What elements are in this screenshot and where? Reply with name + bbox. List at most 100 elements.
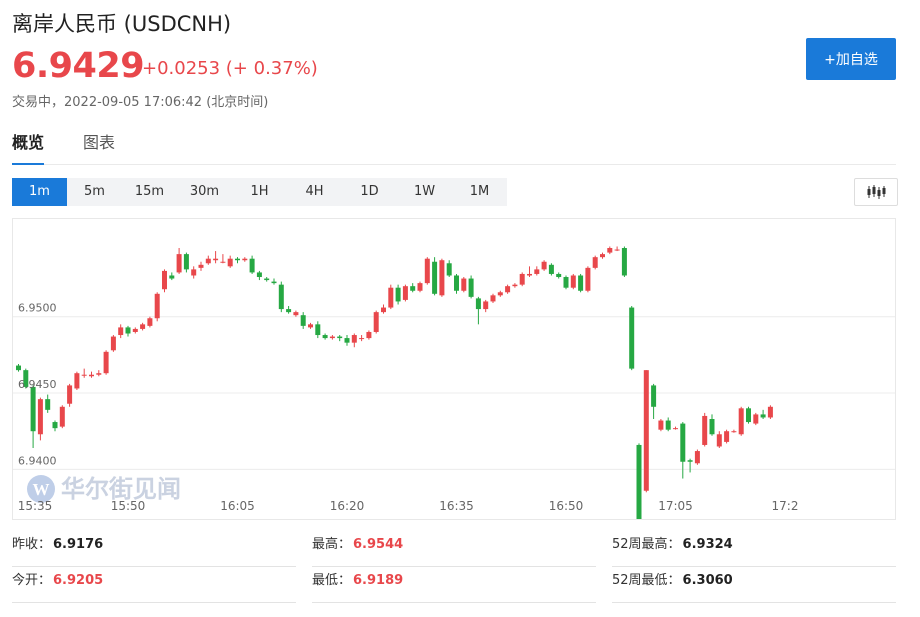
candle <box>475 298 481 310</box>
period-30m-button[interactable]: 30m <box>177 178 232 206</box>
period-1w-button[interactable]: 1W <box>397 178 452 206</box>
candle <box>103 351 109 374</box>
candle <box>329 336 335 339</box>
period-1h-button[interactable]: 1H <box>232 178 287 206</box>
candle <box>724 431 730 442</box>
chart-grid <box>13 316 895 470</box>
candle <box>256 272 262 278</box>
x-tick-label: 17:2 <box>772 499 799 513</box>
candle <box>687 460 693 462</box>
period-1mo-button[interactable]: 1M <box>452 178 507 206</box>
period-4h-button[interactable]: 4H <box>287 178 342 206</box>
candle <box>37 399 43 435</box>
stat-high: 最高： 6.9544 <box>312 532 596 567</box>
security-title: 离岸人民币 (USDCNH) <box>12 12 232 36</box>
x-tick-label: 15:50 <box>111 499 146 513</box>
price-change: +0.0253 (+ 0.37%) <box>142 58 318 79</box>
candle <box>118 327 124 336</box>
candle <box>162 270 167 290</box>
y-tick-label: 6.9400 <box>18 454 57 467</box>
period-1m-button[interactable]: 1m <box>12 178 67 206</box>
candle <box>249 258 255 273</box>
candle <box>461 278 467 291</box>
candle <box>454 275 459 291</box>
candle <box>753 414 759 424</box>
candle <box>716 434 722 447</box>
candle <box>541 261 547 270</box>
chart-type-button[interactable] <box>854 178 898 206</box>
stat-value: 6.3060 <box>682 573 733 588</box>
candle <box>278 284 284 310</box>
candle <box>52 422 58 429</box>
candle <box>271 281 277 284</box>
add-to-watchlist-button[interactable]: +加自选 <box>806 38 896 80</box>
candle <box>322 335 328 339</box>
candle <box>183 254 189 270</box>
candle <box>388 287 394 308</box>
candle <box>585 267 591 291</box>
candle <box>570 275 576 288</box>
candlestick-chart[interactable]: W 华尔街见闻 6.95006.94506.9400 15:35 15:50 16:… <box>13 219 895 519</box>
candle <box>227 258 233 267</box>
candle <box>738 408 744 435</box>
candle <box>556 273 562 278</box>
x-tick-label: 17:05 <box>658 499 693 513</box>
candle <box>424 258 430 284</box>
candle <box>702 415 708 445</box>
stat-value: 6.9189 <box>353 573 404 588</box>
tab-overview[interactable]: 概览 <box>12 132 45 165</box>
candle <box>497 292 503 296</box>
candle <box>680 423 686 462</box>
candle <box>110 336 116 351</box>
candle <box>402 286 408 300</box>
candle <box>300 315 306 326</box>
candle <box>505 286 511 293</box>
period-1d-button[interactable]: 1D <box>342 178 397 206</box>
candle <box>89 374 94 377</box>
stat-value: 6.9205 <box>53 573 104 588</box>
stat-label: 昨收： <box>12 537 52 552</box>
candle <box>417 283 423 291</box>
stat-label: 52周最高： <box>612 537 681 552</box>
candle <box>600 254 605 258</box>
candle <box>563 277 569 288</box>
candle <box>359 338 365 340</box>
candle <box>154 293 160 319</box>
candle <box>432 261 438 294</box>
candle <box>643 370 649 491</box>
candle <box>512 284 518 287</box>
x-tick-label: 15:35 <box>18 499 53 513</box>
y-tick-label: 6.9500 <box>18 302 57 315</box>
candle <box>45 399 51 410</box>
period-15m-button[interactable]: 15m <box>122 178 177 206</box>
stat-52w-low: 52周最低： 6.3060 <box>612 568 896 603</box>
candle <box>176 254 182 273</box>
tab-chart[interactable]: 图表 <box>83 132 115 164</box>
price-chart[interactable]: W 华尔街见闻 6.9500 6.9450 6.9400 15:35 15:50 16:… <box>12 218 896 520</box>
candle <box>169 275 175 279</box>
candle <box>629 307 635 369</box>
candle <box>264 278 270 281</box>
candle <box>490 295 496 302</box>
candle <box>147 318 153 326</box>
candle <box>578 275 584 291</box>
candle <box>344 338 350 343</box>
stat-label: 最高： <box>312 537 352 552</box>
candle <box>67 385 73 404</box>
candle <box>213 258 219 261</box>
candle <box>483 301 489 310</box>
period-5m-button[interactable]: 5m <box>67 178 122 206</box>
candle <box>205 258 211 264</box>
candle <box>395 287 401 302</box>
stat-value: 6.9544 <box>353 537 404 552</box>
x-tick-label: 16:35 <box>439 499 474 513</box>
stat-open: 今开： 6.9205 <box>12 568 296 603</box>
stat-low: 最低： 6.9189 <box>312 568 596 603</box>
last-price: 6.9429 <box>12 46 145 86</box>
stat-label: 最低： <box>312 573 352 588</box>
candle <box>607 248 613 253</box>
candle <box>658 420 664 430</box>
candle <box>30 386 36 432</box>
candle <box>16 365 21 371</box>
candle <box>527 273 532 276</box>
